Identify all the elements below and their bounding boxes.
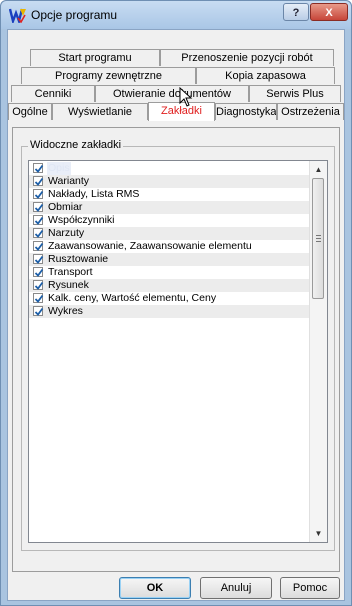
list-item-label: Zaawansowanie, Zaawansowanie elementu bbox=[48, 240, 252, 252]
checkbox[interactable] bbox=[33, 241, 44, 251]
checkbox[interactable] bbox=[33, 228, 44, 238]
app-logo-icon bbox=[9, 8, 26, 23]
list-item[interactable]: Kalk. ceny, Wartość elementu, Ceny bbox=[29, 292, 311, 305]
list-item-label: Warianty bbox=[48, 175, 90, 187]
button-bar: OK Anuluj Pomoc bbox=[8, 577, 344, 599]
checkbox[interactable] bbox=[33, 306, 44, 316]
checkbox[interactable] bbox=[33, 202, 44, 212]
list-item[interactable]: Opis bbox=[29, 162, 311, 175]
close-button[interactable]: X bbox=[310, 3, 348, 21]
list-item[interactable]: Współczynniki bbox=[29, 214, 311, 227]
list-item-label: Obmiar bbox=[48, 201, 83, 213]
list-item[interactable]: Transport bbox=[29, 266, 311, 279]
checkbox[interactable] bbox=[33, 267, 44, 277]
window-title: Opcje programu bbox=[31, 8, 118, 22]
tab-cenniki[interactable]: Cenniki bbox=[11, 85, 95, 102]
cancel-button[interactable]: Anuluj bbox=[200, 577, 272, 599]
tab-serwis-plus[interactable]: Serwis Plus bbox=[249, 85, 341, 102]
list-item-label: Wykres bbox=[48, 305, 83, 317]
list-item-label: Opis bbox=[47, 162, 71, 175]
checkbox[interactable] bbox=[33, 215, 44, 225]
checkbox[interactable] bbox=[33, 176, 44, 186]
tab-otwieranie-dokumentow[interactable]: Otwieranie dokumentów bbox=[95, 85, 249, 102]
scroll-down-icon[interactable]: ▼ bbox=[310, 525, 327, 542]
tab-kopia-zapasowa[interactable]: Kopia zapasowa bbox=[196, 67, 335, 84]
scroll-thumb[interactable] bbox=[312, 178, 324, 299]
visible-tabs-group: Widoczne zakładki Opis Warianty Nakłady, L… bbox=[21, 139, 335, 551]
list-item-label: Kalk. ceny, Wartość elementu, Ceny bbox=[48, 292, 217, 304]
list-item[interactable]: Zaawansowanie, Zaawansowanie elementu bbox=[29, 240, 311, 253]
list-item-label: Transport bbox=[48, 266, 93, 278]
list-item-label: Nakłady, Lista RMS bbox=[48, 188, 140, 200]
checkbox[interactable] bbox=[33, 280, 44, 290]
tab-przenoszenie-pozycji[interactable]: Przenoszenie pozycji robót bbox=[160, 49, 334, 66]
checkbox[interactable] bbox=[33, 163, 44, 173]
grip-icon bbox=[316, 235, 321, 244]
tab-diagnostyka[interactable]: Diagnostyka bbox=[215, 103, 277, 120]
list-item[interactable]: Rysunek bbox=[29, 279, 311, 292]
tab-start-programu[interactable]: Start programu bbox=[30, 49, 160, 66]
dialog-client: Start programu Przenoszenie pozycji robó… bbox=[7, 29, 345, 601]
tab-ogolne[interactable]: Ogólne bbox=[8, 103, 52, 120]
options-window: Opcje programu ? X Start programu Przeno… bbox=[0, 0, 352, 606]
list-item[interactable]: Nakłady, Lista RMS bbox=[29, 188, 311, 201]
mouse-pointer-icon bbox=[179, 87, 193, 107]
ok-button[interactable]: OK bbox=[119, 577, 191, 599]
checkbox[interactable] bbox=[33, 254, 44, 264]
list-item[interactable]: Rusztowanie bbox=[29, 253, 311, 266]
scroll-up-icon[interactable]: ▲ bbox=[310, 161, 327, 178]
tab-programy-zewnetrzne[interactable]: Programy zewnętrzne bbox=[21, 67, 196, 84]
list-item-label: Rysunek bbox=[48, 279, 89, 291]
help-title-button[interactable]: ? bbox=[283, 3, 309, 21]
help-button[interactable]: Pomoc bbox=[280, 577, 340, 599]
list-item-label: Narzuty bbox=[48, 227, 85, 239]
tab-ostrzezenia[interactable]: Ostrzeżenia bbox=[277, 103, 344, 120]
list-rows: Opis Warianty Nakłady, Lista RMS Obmiar Wspó… bbox=[29, 162, 311, 318]
visible-tabs-list[interactable]: Opis Warianty Nakłady, Lista RMS Obmiar Wspó… bbox=[28, 160, 328, 543]
list-item[interactable]: Wykres bbox=[29, 305, 311, 318]
tab-panel-zakladki: Widoczne zakładki Opis Warianty Nakłady, L… bbox=[12, 127, 340, 572]
title-bar[interactable]: Opcje programu ? X bbox=[1, 1, 351, 29]
list-item-label: Rusztowanie bbox=[48, 253, 109, 265]
checkbox[interactable] bbox=[33, 293, 44, 303]
vertical-scrollbar[interactable]: ▲ ▼ bbox=[309, 161, 327, 542]
list-item[interactable]: Warianty bbox=[29, 175, 311, 188]
group-label: Widoczne zakładki bbox=[28, 139, 124, 151]
list-item[interactable]: Narzuty bbox=[29, 227, 311, 240]
list-item[interactable]: Obmiar bbox=[29, 201, 311, 214]
list-item-label: Współczynniki bbox=[48, 214, 115, 226]
tab-wyswietlanie[interactable]: Wyświetlanie bbox=[52, 103, 148, 120]
checkbox[interactable] bbox=[33, 189, 44, 199]
